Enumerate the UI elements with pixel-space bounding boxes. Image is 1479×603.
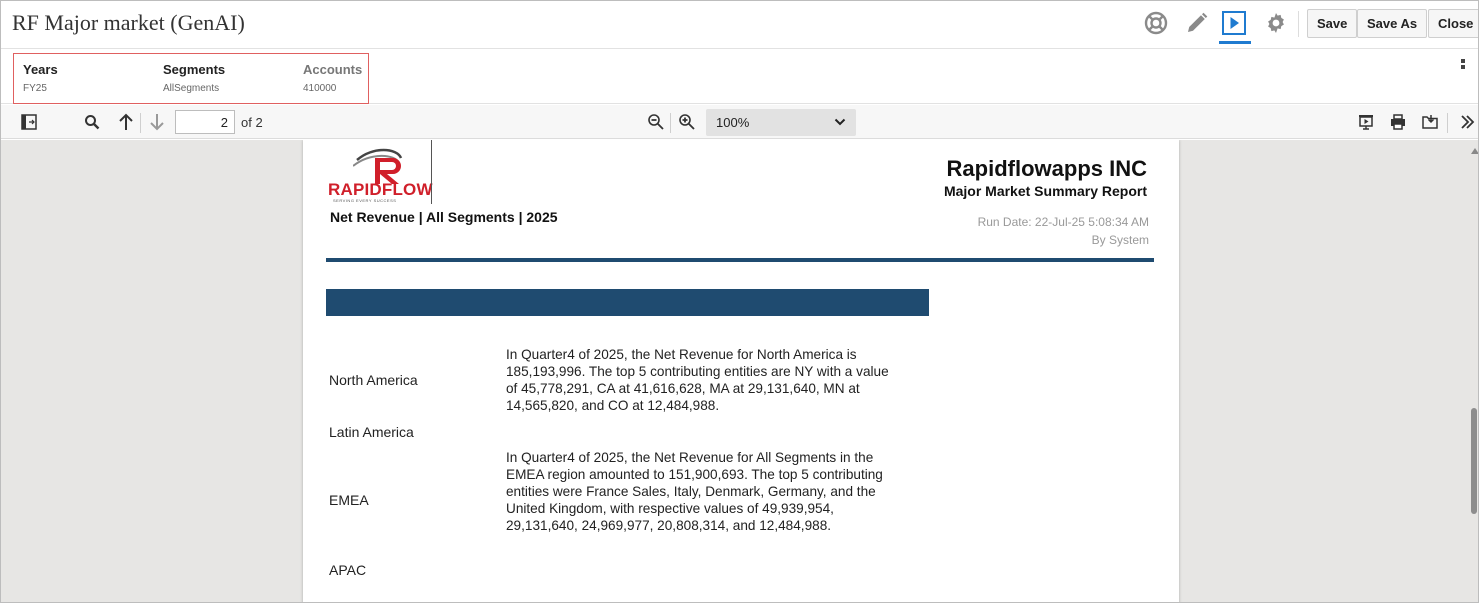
- more-options-icon[interactable]: [1461, 59, 1467, 75]
- pov-segments-label: Segments: [163, 62, 226, 77]
- logo-tagline: SERVING EVERY SUCCESS: [333, 198, 397, 203]
- save-button[interactable]: Save: [1307, 9, 1358, 38]
- zoom-out-icon[interactable]: [645, 111, 667, 133]
- print-icon[interactable]: [1387, 111, 1409, 133]
- run-date: Run Date: 22-Jul-25 5:08:34 AM: [977, 215, 1149, 229]
- download-icon[interactable]: [1419, 111, 1441, 133]
- header-rule: [326, 258, 1154, 262]
- gear-icon[interactable]: [1263, 10, 1289, 36]
- app-window: RF Major market (GenAI) Save Save As Clo…: [0, 0, 1479, 603]
- report-title: Major Market Summary Report: [943, 183, 1147, 199]
- toolbar-divider: [670, 113, 671, 133]
- page-total: of 2: [241, 115, 263, 130]
- toolbar-divider: [140, 113, 141, 133]
- scroll-up-arrow[interactable]: [1471, 148, 1478, 154]
- region-apac: APAC: [329, 562, 367, 578]
- pov-segments[interactable]: Segments AllSegments: [163, 62, 225, 94]
- region-latin-america: Latin America: [329, 424, 414, 440]
- pov-segments-value: AllSegments: [163, 83, 220, 94]
- region-emea: EMEA: [329, 492, 369, 508]
- report-subtitle: Net Revenue | All Segments | 2025: [330, 209, 558, 225]
- pov-years-label: Years: [23, 62, 58, 77]
- zoom-value: 100%: [716, 115, 750, 130]
- document-viewer[interactable]: RAPIDFLOW SERVING EVERY SUCCESS Net Reve…: [1, 140, 1478, 602]
- header-divider: [1298, 11, 1299, 37]
- pov-selection-box: Years FY25 Segments AllSegments Accounts…: [13, 53, 369, 104]
- next-page-icon[interactable]: [146, 111, 168, 133]
- active-indicator: [1219, 41, 1251, 44]
- logo-divider: [431, 140, 432, 204]
- narrative-emea: In Quarter4 of 2025, the Net Revenue for…: [506, 450, 883, 533]
- presentation-mode-icon[interactable]: [1355, 111, 1377, 133]
- pov-years-value: FY25: [23, 83, 47, 94]
- narrative-north-america: In Quarter4 of 2025, the Net Revenue for…: [506, 347, 889, 413]
- help-lifebuoy-icon[interactable]: [1143, 10, 1169, 36]
- company-name: Rapidflowapps INC: [946, 156, 1147, 181]
- sidebar-toggle-icon[interactable]: [18, 111, 40, 133]
- app-header: RF Major market (GenAI) Save Save As Clo…: [1, 1, 1478, 49]
- company-logo: RAPIDFLOW SERVING EVERY SUCCESS: [327, 140, 435, 204]
- pov-accounts-value: 410000: [303, 83, 337, 94]
- region-north-america: North America: [329, 372, 418, 388]
- double-chevron-right-icon[interactable]: [1456, 111, 1478, 133]
- pov-accounts-label: Accounts: [303, 62, 363, 77]
- report-page: RAPIDFLOW SERVING EVERY SUCCESS Net Reve…: [303, 140, 1179, 602]
- toolbar-divider: [1447, 113, 1448, 133]
- run-by: By System: [1091, 233, 1149, 247]
- pov-accounts[interactable]: Accounts 410000: [303, 62, 362, 94]
- search-icon[interactable]: [81, 111, 103, 133]
- pov-years[interactable]: Years FY25: [23, 62, 58, 94]
- section-band: [326, 289, 929, 316]
- play-icon[interactable]: [1221, 10, 1247, 36]
- pdf-toolbar: of 2 100%: [1, 105, 1478, 139]
- zoom-in-icon[interactable]: [676, 111, 698, 133]
- logo-wordmark: RAPIDFLOW: [328, 180, 433, 199]
- vertical-scrollbar[interactable]: [1468, 140, 1478, 602]
- page-title: RF Major market (GenAI): [12, 10, 245, 35]
- pov-bar: Years FY25 Segments AllSegments Accounts…: [1, 50, 1478, 104]
- save-as-button[interactable]: Save As: [1357, 9, 1428, 38]
- zoom-select[interactable]: 100%: [706, 109, 856, 136]
- chevron-down-icon: [834, 118, 846, 126]
- close-button[interactable]: Close: [1428, 9, 1478, 38]
- scroll-thumb[interactable]: [1471, 408, 1477, 514]
- page-number-input[interactable]: [175, 110, 235, 134]
- pencil-icon[interactable]: [1184, 10, 1210, 36]
- previous-page-icon[interactable]: [115, 111, 137, 133]
